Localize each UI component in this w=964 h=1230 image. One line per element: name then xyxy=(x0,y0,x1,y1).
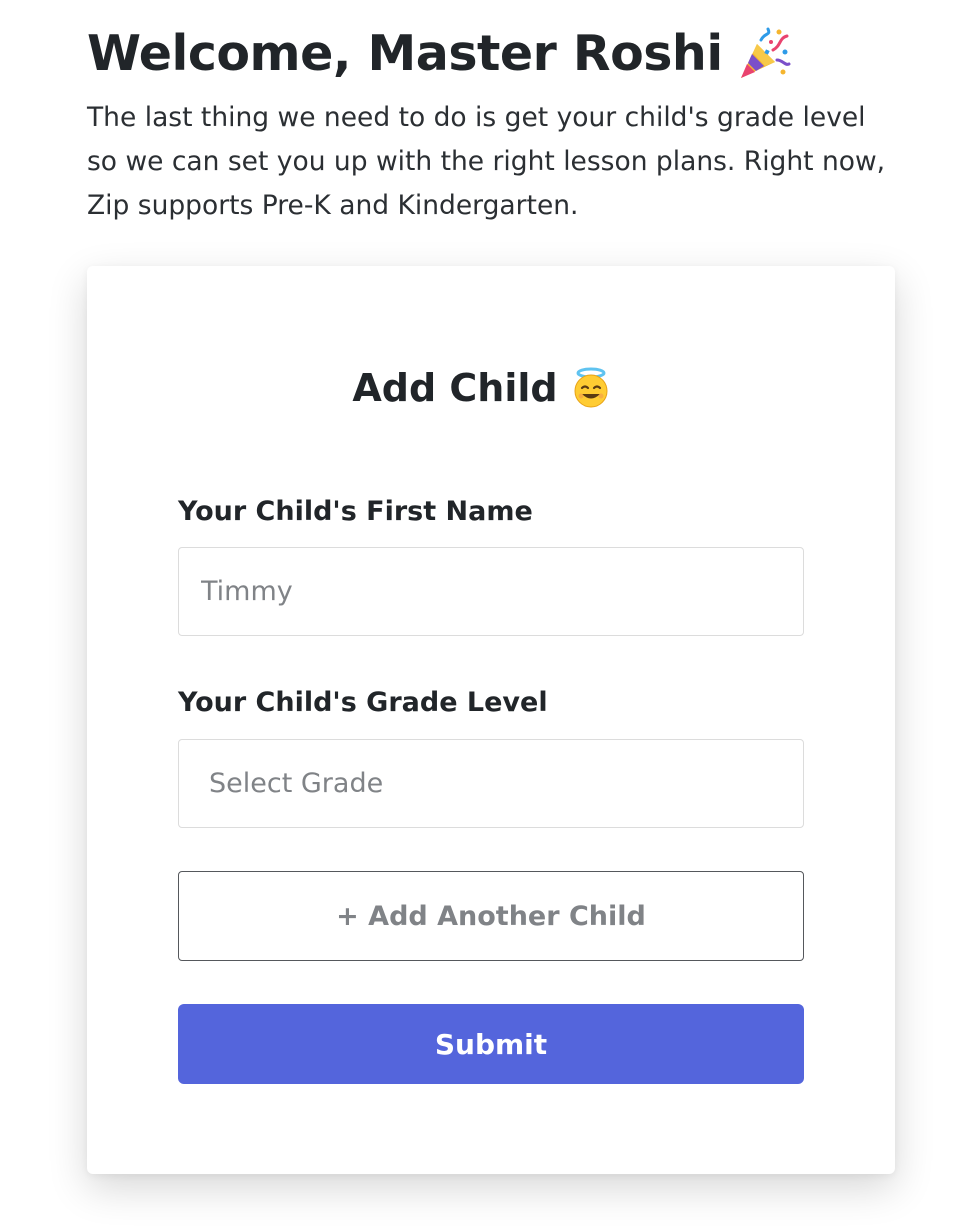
form-title-text: Add Child xyxy=(352,366,558,410)
first-name-label: Your Child's First Name xyxy=(178,496,533,527)
grade-level-label: Your Child's Grade Level xyxy=(178,687,548,718)
intro-text: The last thing we need to do is get your… xyxy=(87,102,886,221)
page-title: Welcome, Master Roshi xyxy=(87,22,907,86)
submit-button[interactable]: Submit xyxy=(178,1004,804,1084)
first-name-input[interactable] xyxy=(178,547,804,636)
form-title: Add Child xyxy=(0,362,964,414)
smiling-face-with-halo-icon xyxy=(574,367,608,408)
grade-level-selected-value: Select Grade xyxy=(209,768,384,799)
page-title-text: Welcome, Master Roshi xyxy=(87,25,723,82)
grade-level-select[interactable]: Select Grade xyxy=(178,739,804,828)
add-another-child-button[interactable]: + Add Another Child xyxy=(178,871,804,961)
welcome-section: Welcome, Master Roshi The last thing we … xyxy=(87,22,907,228)
party-popper-icon xyxy=(740,27,791,78)
